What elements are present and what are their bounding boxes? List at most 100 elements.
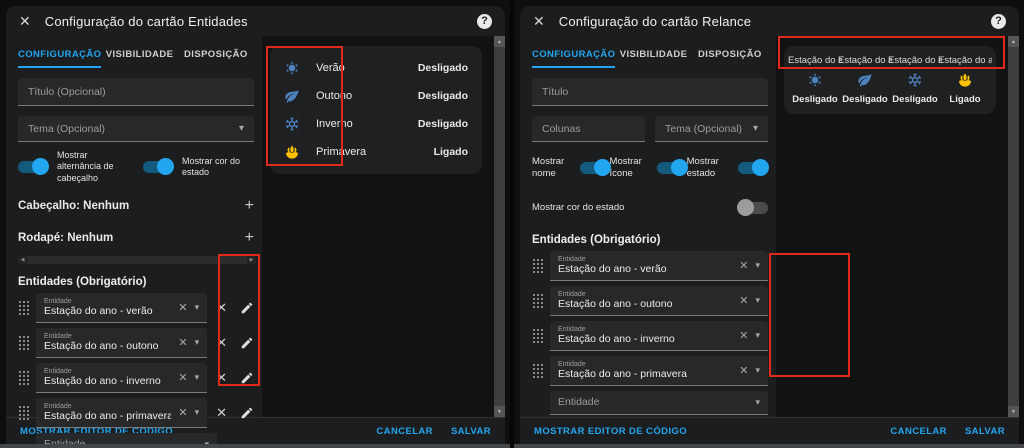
show-state-toggle-group: Mostrar estado xyxy=(687,156,769,180)
help-icon[interactable]: ? xyxy=(477,13,492,29)
preview-entity-state: Desligado xyxy=(417,118,468,130)
drag-handle-icon[interactable] xyxy=(18,405,29,421)
add-header-icon[interactable]: + xyxy=(245,197,254,214)
add-entity-select[interactable]: Entidade ▾ xyxy=(36,432,217,444)
scroll-up-icon[interactable]: ▲ xyxy=(494,36,505,47)
entity-combobox[interactable]: Entidade Estação do ano - primavera ✕ ▾ xyxy=(36,397,208,428)
show-state-toggle[interactable] xyxy=(738,158,769,176)
entities-heading: Entidades (Obrigatório) xyxy=(532,233,661,246)
preview-entity-name: Primavera xyxy=(316,146,367,158)
edit-entity-icon[interactable] xyxy=(240,336,254,350)
help-icon[interactable]: ? xyxy=(991,13,1006,29)
entities-dialog-panel: ✕ Configuração do cartão Entidades ? CON… xyxy=(0,0,510,448)
entity-field-value: Estação do ano - inverno xyxy=(558,332,675,345)
entity-combobox[interactable]: Entidade Estação do ano - verão ✕ ▾ xyxy=(550,250,768,281)
scroll-left-icon[interactable]: ◀ xyxy=(18,255,27,264)
add-entity-select[interactable]: Entidade ▾ xyxy=(550,390,768,415)
drag-handle-icon[interactable] xyxy=(532,293,543,309)
clear-icon[interactable]: ✕ xyxy=(739,259,748,272)
title-input[interactable]: Título (Opcional) xyxy=(18,78,254,106)
clear-icon[interactable]: ✕ xyxy=(178,301,187,314)
preview-entity-name: Estação do a… xyxy=(888,55,942,66)
header-toggle[interactable] xyxy=(18,157,49,175)
chevron-down-icon[interactable]: ▾ xyxy=(195,407,200,418)
remove-entity-icon[interactable]: ✕ xyxy=(216,405,227,421)
glance-card-preview[interactable]: Estação do a… Desligado Estação do a… De… xyxy=(784,46,996,114)
save-button[interactable]: SALVAR xyxy=(965,426,1005,437)
dialog-body: CONFIGURAÇÃO VISIBILIDADE DISPOSIÇÃO Tít… xyxy=(520,36,1019,417)
chevron-down-icon[interactable]: ▾ xyxy=(755,295,760,306)
close-icon[interactable]: ✕ xyxy=(19,14,31,28)
theme-select[interactable]: Tema (Opcional) ▾ xyxy=(655,116,768,142)
drag-handle-icon[interactable] xyxy=(18,370,29,386)
entities-config-dialog: ✕ Configuração do cartão Entidades ? CON… xyxy=(6,6,505,444)
tab-layout[interactable]: DISPOSIÇÃO xyxy=(178,42,254,68)
tab-configuration[interactable]: CONFIGURAÇÃO xyxy=(18,42,102,68)
clear-icon[interactable]: ✕ xyxy=(178,336,187,349)
clear-icon[interactable]: ✕ xyxy=(178,371,187,384)
preview-entity-name: Outono xyxy=(316,90,353,102)
title-input-label: Título xyxy=(542,85,569,98)
show-code-editor-button[interactable]: MOSTRAR EDITOR DE CÓDIGO xyxy=(534,426,687,437)
scroll-down-icon[interactable]: ▼ xyxy=(1008,406,1019,417)
scroll-right-icon[interactable]: ▶ xyxy=(247,255,256,264)
entity-field-label: Entidade xyxy=(44,367,72,375)
drag-handle-icon[interactable] xyxy=(532,363,543,379)
vertical-scrollbar[interactable]: ▲ ▼ xyxy=(494,36,505,417)
taskbar-strip xyxy=(0,444,510,448)
entity-combobox[interactable]: Entidade Estação do ano - verão ✕ ▾ xyxy=(36,292,208,323)
entity-combobox[interactable]: Entidade Estação do ano - outono ✕ ▾ xyxy=(550,285,768,316)
vertical-scrollbar[interactable]: ▲ ▼ xyxy=(1008,36,1019,417)
edit-entity-icon[interactable] xyxy=(240,406,254,420)
remove-entity-icon[interactable]: ✕ xyxy=(216,370,227,386)
close-icon[interactable]: ✕ xyxy=(533,14,545,28)
columns-input[interactable]: Colunas xyxy=(532,116,645,142)
chevron-down-icon[interactable]: ▾ xyxy=(195,372,200,383)
chevron-down-icon[interactable]: ▾ xyxy=(755,330,760,341)
remove-entity-icon[interactable]: ✕ xyxy=(216,335,227,351)
clear-icon[interactable]: ✕ xyxy=(739,364,748,377)
add-footer-icon[interactable]: + xyxy=(245,229,254,246)
theme-select[interactable]: Tema (Opcional) ▾ xyxy=(18,116,254,142)
entity-combobox[interactable]: Entidade Estação do ano - primavera ✕ ▾ xyxy=(550,355,768,386)
edit-entity-icon[interactable] xyxy=(240,301,254,315)
scroll-down-icon[interactable]: ▼ xyxy=(494,406,505,417)
drag-handle-icon[interactable] xyxy=(532,258,543,274)
tab-visibility[interactable]: VISIBILIDADE xyxy=(615,42,691,68)
clear-icon[interactable]: ✕ xyxy=(739,329,748,342)
chevron-down-icon[interactable]: ▾ xyxy=(755,365,760,376)
show-name-toggle[interactable] xyxy=(579,158,611,176)
state-color-toggle[interactable] xyxy=(143,157,174,175)
card-preview-area: Estação do a… Desligado Estação do a… De… xyxy=(776,36,1008,417)
entity-row: Entidade Estação do ano - primavera ✕ ▾ … xyxy=(18,397,254,428)
tab-layout[interactable]: DISPOSIÇÃO xyxy=(692,42,768,68)
preview-entity-state: Desligado xyxy=(892,94,938,105)
entity-combobox[interactable]: Entidade Estação do ano - inverno ✕ ▾ xyxy=(36,362,208,393)
state-color-toggle[interactable] xyxy=(737,198,768,216)
clear-icon[interactable]: ✕ xyxy=(178,406,187,419)
horizontal-scrollbar[interactable]: ◀ ▶ xyxy=(18,255,256,264)
title-input[interactable]: Título xyxy=(532,78,768,106)
entity-combobox[interactable]: Entidade Estação do ano - outono ✕ ▾ xyxy=(36,327,208,358)
scroll-up-icon[interactable]: ▲ xyxy=(1008,36,1019,47)
remove-entity-icon[interactable]: ✕ xyxy=(216,300,227,316)
preview-column: Estação do a… Desligado xyxy=(838,55,892,105)
clear-icon[interactable]: ✕ xyxy=(739,294,748,307)
chevron-down-icon[interactable]: ▾ xyxy=(195,337,200,348)
chevron-down-icon: ▾ xyxy=(752,123,758,134)
chevron-down-icon[interactable]: ▾ xyxy=(755,260,760,271)
snowflake-icon xyxy=(284,116,300,132)
drag-handle-icon[interactable] xyxy=(18,335,29,351)
tab-visibility[interactable]: VISIBILIDADE xyxy=(101,42,177,68)
tab-configuration[interactable]: CONFIGURAÇÃO xyxy=(532,42,616,68)
show-icon-toggle[interactable] xyxy=(656,158,688,176)
save-button[interactable]: SALVAR xyxy=(451,426,491,437)
drag-handle-icon[interactable] xyxy=(532,328,543,344)
chevron-down-icon[interactable]: ▾ xyxy=(195,302,200,313)
drag-handle-icon[interactable] xyxy=(18,300,29,316)
cancel-button[interactable]: CANCELAR xyxy=(376,426,433,437)
cancel-button[interactable]: CANCELAR xyxy=(890,426,947,437)
entities-card-preview[interactable]: Verão Desligado Outono Desligado Inverno… xyxy=(270,46,482,174)
entity-combobox[interactable]: Entidade Estação do ano - inverno ✕ ▾ xyxy=(550,320,768,351)
edit-entity-icon[interactable] xyxy=(240,371,254,385)
